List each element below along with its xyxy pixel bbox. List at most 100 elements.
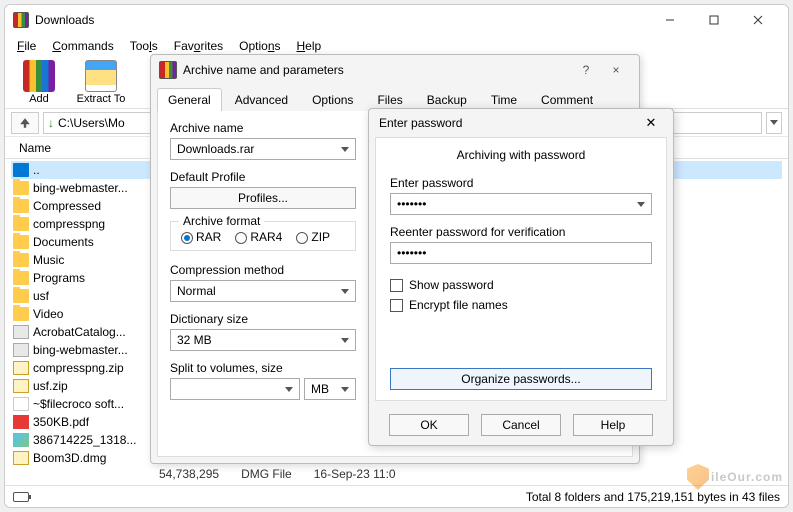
menu-help[interactable]: Help (291, 37, 328, 55)
encrypt-names-checkbox[interactable]: Encrypt file names (390, 298, 652, 312)
winrar-icon (159, 61, 177, 79)
dictionary-select[interactable]: 32 MB (170, 329, 356, 351)
chevron-down-icon (341, 289, 349, 294)
zip-icon (13, 451, 29, 465)
file-name: bing-webmaster... (33, 343, 128, 357)
radio-icon (181, 232, 193, 244)
file-detail-row: 54,738,295 DMG File 16-Sep-23 11:0 (19, 465, 396, 483)
archive-format-group: Archive format RAR RAR4 ZIP (170, 221, 356, 251)
txt-icon (13, 397, 29, 411)
img-icon (13, 433, 29, 447)
disk-icon (13, 492, 29, 502)
dialog-close-button[interactable]: × (601, 59, 631, 81)
format-zip[interactable]: ZIP (296, 230, 330, 244)
folder-icon (13, 181, 29, 195)
reenter-password-input[interactable]: ••••••• (390, 242, 652, 264)
download-arrow-icon: ↓ (48, 116, 54, 130)
folder-icon (13, 217, 29, 231)
dialog-titlebar: Archive name and parameters ? × (151, 55, 639, 85)
folder-icon (13, 307, 29, 321)
books-icon (23, 60, 55, 92)
chevron-down-icon (285, 387, 293, 392)
column-name[interactable]: Name (13, 139, 153, 157)
folder-icon (13, 271, 29, 285)
file-name: Documents (33, 235, 94, 249)
tab-options[interactable]: Options (301, 88, 364, 111)
password-title: Enter password (379, 116, 639, 130)
tab-general[interactable]: General (157, 88, 222, 111)
file-name: AcrobatCatalog... (33, 325, 126, 339)
radio-icon (296, 232, 308, 244)
detail-size: 54,738,295 (159, 467, 219, 481)
password-close-button[interactable]: ✕ (639, 115, 663, 131)
chevron-down-icon (770, 120, 778, 125)
file-name: bing-webmaster... (33, 181, 128, 195)
zip-icon (13, 379, 29, 393)
folder-icon (13, 253, 29, 267)
file-name: Music (33, 253, 64, 267)
maximize-button[interactable] (692, 6, 736, 34)
ok-button[interactable]: OK (389, 414, 469, 436)
file-name: .. (33, 163, 40, 177)
file-name: ~$filecroco soft... (33, 397, 124, 411)
profiles-button[interactable]: Profiles... (170, 187, 356, 209)
file-name: compresspng (33, 217, 105, 231)
help-button[interactable]: Help (573, 414, 653, 436)
checkbox-icon (390, 279, 403, 292)
close-button[interactable] (736, 6, 780, 34)
zip-icon (13, 361, 29, 375)
chevron-down-icon (341, 338, 349, 343)
file-name: 386714225_1318... (33, 433, 136, 447)
checkbox-icon (390, 299, 403, 312)
menu-commands[interactable]: Commands (46, 37, 119, 55)
cancel-button[interactable]: Cancel (481, 414, 561, 436)
folder-icon (13, 289, 29, 303)
split-size-input[interactable] (170, 378, 300, 400)
toolbar-add[interactable]: Add (11, 60, 67, 105)
minimize-button[interactable] (648, 6, 692, 34)
file-name: Video (33, 307, 63, 321)
enter-password-input[interactable]: ••••••• (390, 193, 652, 215)
file-name: Programs (33, 271, 85, 285)
xml-icon (13, 325, 29, 339)
folder-icon (13, 235, 29, 249)
split-unit-select[interactable]: MB (304, 378, 356, 400)
up-button[interactable] (11, 112, 39, 134)
menu-favorites[interactable]: Favorites (168, 37, 229, 55)
path-dropdown[interactable] (766, 112, 782, 134)
dialog-title: Archive name and parameters (183, 63, 571, 77)
reenter-password-label: Reenter password for verification (390, 225, 652, 239)
extract-icon (85, 60, 117, 92)
path-text: C:\Users\Mo (58, 116, 125, 130)
menu-tools[interactable]: Tools (124, 37, 164, 55)
radio-icon (235, 232, 247, 244)
password-dialog: Enter password ✕ Archiving with password… (368, 108, 674, 446)
detail-type: DMG File (241, 467, 292, 481)
tab-advanced[interactable]: Advanced (224, 88, 299, 111)
drive-icon (13, 163, 29, 177)
detail-date: 16-Sep-23 11:0 (314, 467, 396, 481)
password-body: Archiving with password Enter password •… (375, 137, 667, 401)
password-buttons: OK Cancel Help (369, 405, 673, 445)
password-titlebar: Enter password ✕ (369, 109, 673, 137)
menu-options[interactable]: Options (233, 37, 286, 55)
file-name: 350KB.pdf (33, 415, 89, 429)
show-password-checkbox[interactable]: Show password (390, 278, 652, 292)
menu-file[interactable]: File (11, 37, 42, 55)
archive-name-input[interactable]: Downloads.rar (170, 138, 356, 160)
compression-select[interactable]: Normal (170, 280, 356, 302)
chevron-down-icon (637, 202, 645, 207)
dialog-help-button[interactable]: ? (571, 59, 601, 81)
chevron-down-icon (341, 147, 349, 152)
format-rar4[interactable]: RAR4 (235, 230, 282, 244)
file-name: usf.zip (33, 379, 68, 393)
chevron-down-icon (341, 387, 349, 392)
file-name: Compressed (33, 199, 101, 213)
titlebar: Downloads (5, 5, 788, 35)
enter-password-label: Enter password (390, 176, 652, 190)
organize-passwords-button[interactable]: Organize passwords... (390, 368, 652, 390)
toolbar-extract-to[interactable]: Extract To (73, 60, 129, 105)
app-icon (13, 12, 29, 28)
format-rar[interactable]: RAR (181, 230, 221, 244)
window-title: Downloads (35, 13, 648, 27)
